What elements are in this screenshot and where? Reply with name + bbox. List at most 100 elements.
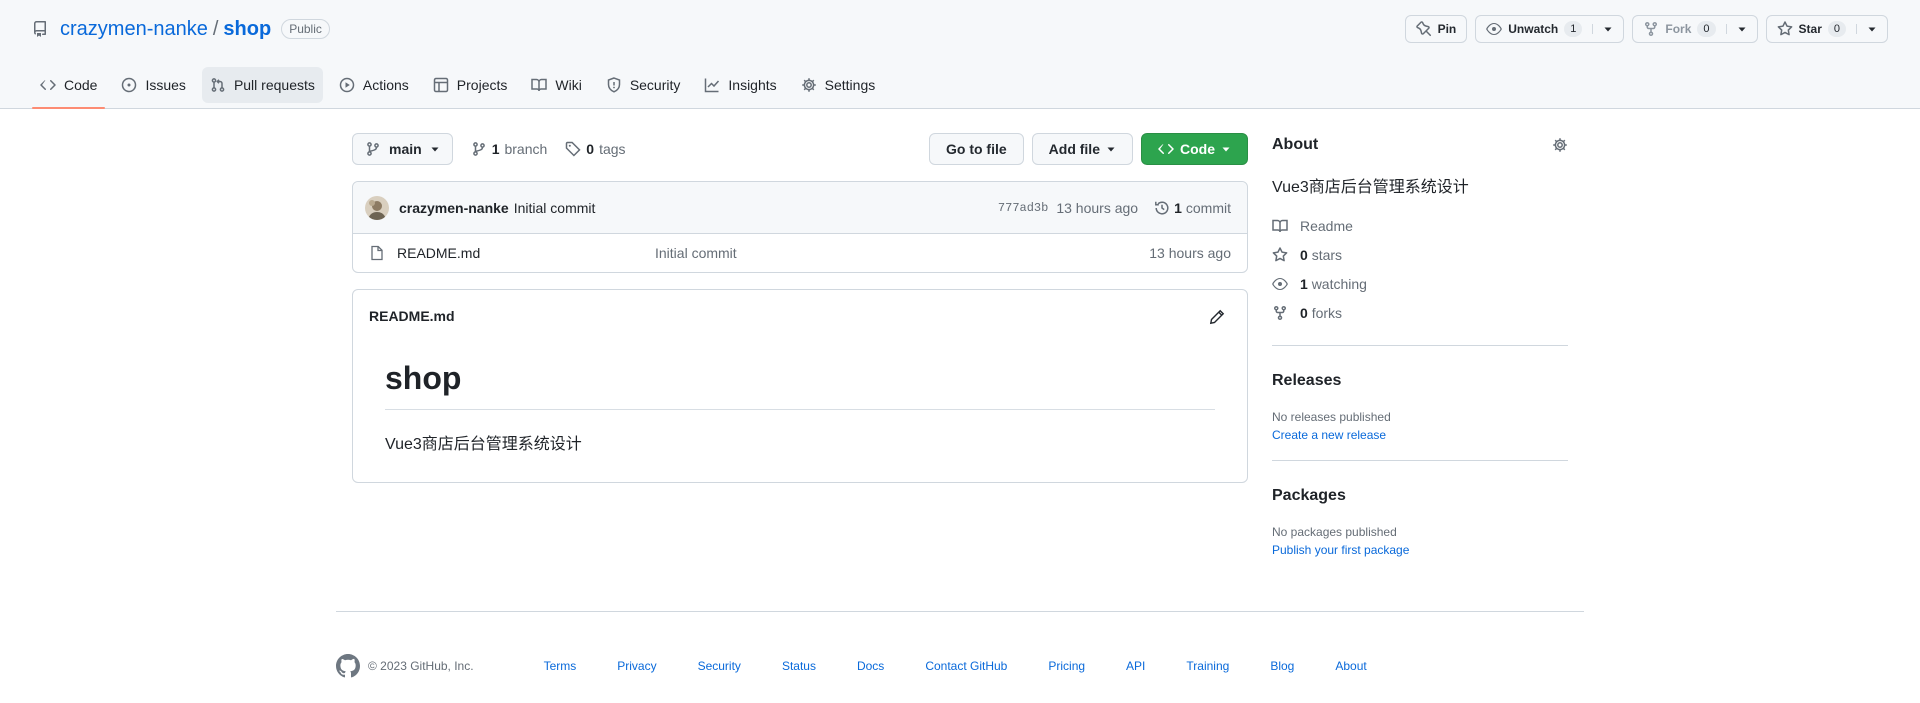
- star-button[interactable]: Star 0: [1765, 15, 1888, 43]
- tag-label: tags: [599, 141, 626, 157]
- tab-label: Settings: [824, 77, 876, 93]
- publish-package-link[interactable]: Publish your first package: [1272, 543, 1568, 557]
- triangle-down-icon: [1603, 24, 1613, 34]
- fork-icon: [1643, 21, 1659, 37]
- branch-icon: [471, 141, 487, 157]
- github-logo-icon[interactable]: [336, 654, 360, 678]
- file-commit-time: 13 hours ago: [1149, 245, 1231, 261]
- avatar[interactable]: [365, 195, 389, 220]
- footer-link-training[interactable]: Training: [1186, 659, 1229, 673]
- tab-label: Security: [629, 77, 681, 93]
- footer-link-about[interactable]: About: [1335, 659, 1366, 673]
- eye-icon: [1486, 21, 1503, 37]
- watchers-link[interactable]: 1 watching: [1272, 269, 1568, 298]
- commit-sha[interactable]: 777ad3b: [998, 201, 1048, 215]
- star-icon: [1777, 21, 1793, 37]
- tab-pull-requests[interactable]: Pull requests: [201, 67, 323, 103]
- tab-wiki[interactable]: Wiki: [523, 67, 589, 103]
- triangle-down-icon: [1221, 144, 1231, 154]
- about-header: About: [1272, 133, 1568, 157]
- readme-body: Vue3商店后台管理系统设计: [385, 436, 582, 453]
- stars-label: stars: [1311, 246, 1343, 263]
- tag-icon: [565, 141, 581, 157]
- footer-link-pricing[interactable]: Pricing: [1048, 659, 1085, 673]
- repo-owner-link[interactable]: crazymen-nanke: [60, 18, 208, 41]
- tab-code[interactable]: Code: [32, 67, 106, 109]
- stars-count: 0: [1300, 246, 1308, 263]
- tab-insights[interactable]: Insights: [696, 67, 784, 103]
- watching-label: watching: [1311, 275, 1367, 292]
- tab-issues[interactable]: Issues: [113, 67, 193, 103]
- triangle-down-icon: [1867, 24, 1877, 34]
- branch-label: branch: [504, 141, 548, 157]
- commit-message[interactable]: Initial commit: [514, 200, 596, 216]
- tab-label: Insights: [728, 77, 777, 93]
- pencil-icon[interactable]: [1209, 309, 1225, 325]
- commit-count-label: commit: [1185, 199, 1231, 216]
- fork-button[interactable]: Fork 0: [1632, 15, 1758, 43]
- add-file-label: Add file: [1048, 141, 1100, 157]
- footer-link-status[interactable]: Status: [782, 659, 816, 673]
- code-icon: [1158, 141, 1174, 157]
- gear-icon[interactable]: [1552, 137, 1568, 153]
- pin-button[interactable]: Pin: [1404, 15, 1468, 43]
- repo-header: crazymen-nanke / shop Public Pin Unwatch…: [0, 0, 1920, 109]
- footer-link-terms[interactable]: Terms: [544, 659, 577, 673]
- commit-author[interactable]: crazymen-nanke: [399, 200, 509, 216]
- about-sidebar: About Vue3商店后台管理系统设计 Readme 0 stars 1 wa…: [1272, 133, 1568, 557]
- tab-label: Projects: [456, 77, 508, 93]
- readme-label: Readme: [1300, 217, 1353, 234]
- tags-link[interactable]: 0 tags: [565, 141, 626, 157]
- fork-dropdown[interactable]: [1725, 24, 1757, 34]
- watch-counter: 1: [1564, 21, 1583, 37]
- play-icon: [339, 77, 355, 93]
- footer-link-docs[interactable]: Docs: [857, 659, 884, 673]
- code-icon: [40, 77, 56, 93]
- branch-count: 1: [491, 141, 500, 157]
- book-icon: [531, 77, 548, 93]
- forks-link[interactable]: 0 forks: [1272, 298, 1568, 327]
- create-release-link[interactable]: Create a new release: [1272, 428, 1568, 442]
- pin-icon: [1415, 21, 1432, 37]
- tab-settings[interactable]: Settings: [793, 67, 884, 103]
- branch-select-button[interactable]: main: [352, 133, 453, 165]
- repo-name-link[interactable]: shop: [223, 18, 271, 41]
- footer-link-security[interactable]: Security: [698, 659, 741, 673]
- repo-description: Vue3商店后台管理系统设计: [1272, 179, 1469, 196]
- fork-label: Fork: [1665, 22, 1692, 36]
- commit-count: 1: [1174, 199, 1182, 216]
- stars-link[interactable]: 0 stars: [1272, 240, 1568, 269]
- repo-actions: Pin Unwatch 1 Fork 0 Star 0: [1404, 15, 1888, 43]
- branches-link[interactable]: 1 branch: [471, 141, 548, 157]
- footer-link-api[interactable]: API: [1126, 659, 1145, 673]
- file-name-link[interactable]: README.md: [397, 245, 655, 261]
- readme-filename[interactable]: README.md: [369, 308, 455, 324]
- footer-link-privacy[interactable]: Privacy: [617, 659, 656, 673]
- history-icon: [1154, 200, 1170, 216]
- file-row[interactable]: README.md Initial commit 13 hours ago: [353, 234, 1247, 272]
- footer-link-contact[interactable]: Contact GitHub: [925, 659, 1007, 673]
- about-title: About: [1272, 136, 1319, 153]
- tab-security[interactable]: Security: [598, 67, 689, 103]
- fork-counter: 0: [1697, 21, 1716, 37]
- tab-projects[interactable]: Projects: [425, 67, 516, 103]
- unwatch-button[interactable]: Unwatch 1: [1475, 15, 1625, 43]
- add-file-button[interactable]: Add file: [1031, 133, 1133, 165]
- packages-title[interactable]: Packages: [1272, 487, 1568, 505]
- file-icon: [369, 245, 385, 261]
- main-content: main 1 branch 0 tags Go to file Add file…: [352, 133, 1248, 483]
- releases-title[interactable]: Releases: [1272, 372, 1568, 390]
- tab-label: Pull requests: [233, 77, 315, 93]
- watch-dropdown[interactable]: [1592, 24, 1623, 34]
- pin-label: Pin: [1437, 22, 1457, 36]
- tab-label: Actions: [362, 77, 409, 93]
- tab-actions[interactable]: Actions: [331, 67, 417, 103]
- footer-link-blog[interactable]: Blog: [1270, 659, 1294, 673]
- star-dropdown[interactable]: [1856, 24, 1887, 34]
- commit-history-link[interactable]: 1 commit: [1154, 200, 1231, 216]
- go-to-file-button[interactable]: Go to file: [928, 133, 1024, 165]
- code-button[interactable]: Code: [1141, 133, 1248, 165]
- file-commit-message[interactable]: Initial commit: [655, 245, 1149, 261]
- issue-icon: [121, 77, 137, 93]
- readme-link[interactable]: Readme: [1272, 211, 1568, 240]
